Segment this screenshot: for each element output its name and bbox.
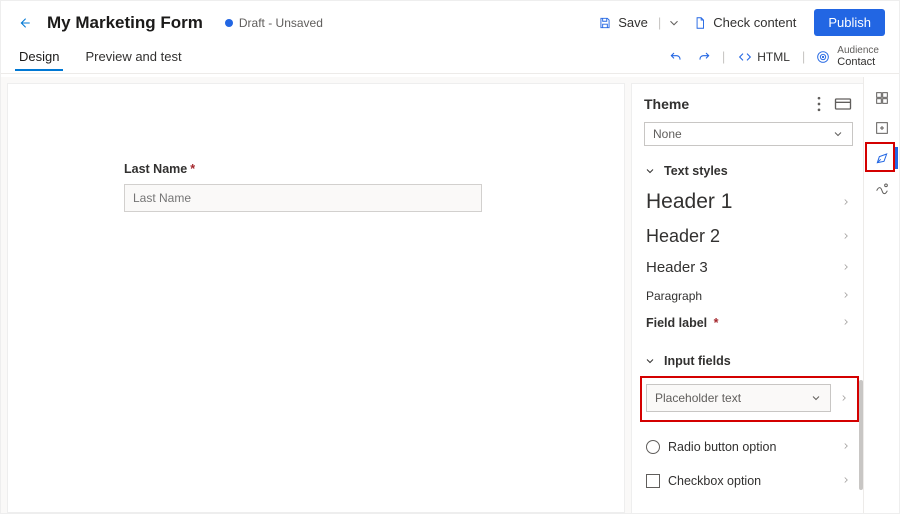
section-input-fields[interactable]: Input fields <box>644 348 853 374</box>
chevron-right-icon <box>839 391 849 406</box>
save-dropdown[interactable] <box>663 12 685 34</box>
chevron-right-icon <box>841 474 851 488</box>
chevron-right-icon <box>841 315 851 330</box>
last-name-input[interactable] <box>124 184 482 212</box>
separator: | <box>722 49 725 64</box>
rail-settings-button[interactable] <box>866 173 898 203</box>
style-paragraph[interactable]: Paragraph <box>644 282 853 309</box>
audience-value: Contact <box>837 56 879 68</box>
panel-header: Theme <box>632 84 863 122</box>
placeholder-preview: Placeholder text <box>646 384 831 412</box>
panel-more-button[interactable] <box>809 94 829 114</box>
redo-button[interactable] <box>690 43 718 71</box>
page-header: My Marketing Form Draft - Unsaved Save |… <box>1 1 899 40</box>
required-asterisk: * <box>190 162 195 176</box>
style-checkbox-option[interactable]: Checkbox option <box>644 464 853 498</box>
style-placeholder-text[interactable]: Placeholder text <box>644 382 851 414</box>
audience-selector[interactable]: Audience Contact <box>809 45 885 68</box>
workspace: Last Name* Theme None <box>1 77 899 513</box>
separator: | <box>802 49 805 64</box>
tab-preview[interactable]: Preview and test <box>81 43 185 70</box>
page-title: My Marketing Form <box>47 13 203 33</box>
publish-button[interactable]: Publish <box>814 9 885 36</box>
right-rail <box>863 77 899 513</box>
style-header2[interactable]: Header 2 <box>644 220 853 253</box>
field-block-last-name[interactable]: Last Name* <box>124 162 482 212</box>
section-text-styles[interactable]: Text styles <box>644 158 853 184</box>
panel-body: None Text styles Header 1 Header 2 <box>632 122 863 513</box>
scrollbar[interactable] <box>859 380 863 507</box>
theme-family-dropdown[interactable]: None <box>644 122 853 146</box>
style-field-label[interactable]: Field label * <box>644 309 853 336</box>
rail-add-button[interactable] <box>866 113 898 143</box>
unsaved-dot-icon <box>225 19 233 27</box>
radio-icon <box>646 440 660 454</box>
rail-elements-button[interactable] <box>866 83 898 113</box>
separator: | <box>656 15 663 30</box>
highlight-placeholder-style: Placeholder text <box>640 376 859 422</box>
form-canvas[interactable]: Last Name* <box>7 83 625 513</box>
rail-theme-button[interactable] <box>866 143 898 173</box>
save-button[interactable]: Save <box>590 11 656 34</box>
status-text: Draft - Unsaved <box>239 16 323 30</box>
chevron-right-icon <box>841 229 851 244</box>
chevron-right-icon <box>841 440 851 454</box>
checkbox-icon <box>646 474 660 488</box>
check-content-button[interactable]: Check content <box>685 11 804 34</box>
style-header3[interactable]: Header 3 <box>644 253 853 282</box>
app-root: My Marketing Form Draft - Unsaved Save |… <box>0 0 900 514</box>
chevron-right-icon <box>841 288 851 303</box>
chevron-right-icon <box>841 195 851 210</box>
html-toggle[interactable]: HTML <box>729 49 798 65</box>
chevron-right-icon <box>841 260 851 275</box>
style-header1[interactable]: Header 1 <box>644 184 853 220</box>
theme-panel: Theme None Text styles <box>631 83 863 513</box>
field-label: Last Name* <box>124 162 482 176</box>
tab-design[interactable]: Design <box>15 43 63 70</box>
save-status: Draft - Unsaved <box>225 16 323 30</box>
audience-label: Audience <box>837 45 879 56</box>
back-button[interactable] <box>15 14 33 32</box>
panel-layout-icon[interactable] <box>833 94 853 114</box>
tab-bar: Design Preview and test | HTML | Audienc… <box>1 40 899 74</box>
scroll-thumb[interactable] <box>859 380 863 490</box>
panel-title: Theme <box>644 96 689 112</box>
style-radio-option[interactable]: Radio button option <box>644 430 853 464</box>
undo-button[interactable] <box>662 43 690 71</box>
